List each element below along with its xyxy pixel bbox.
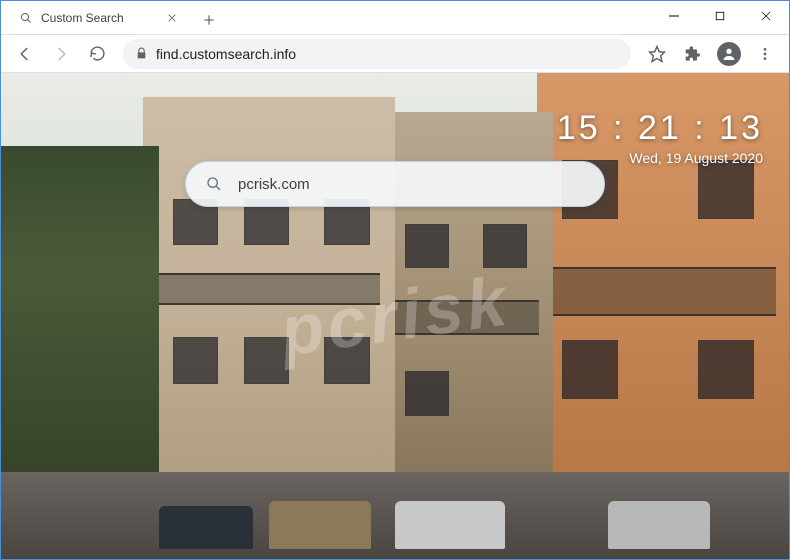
maximize-button[interactable] xyxy=(697,1,743,31)
back-button[interactable] xyxy=(9,38,41,70)
address-bar[interactable]: find.customsearch.info xyxy=(123,39,631,69)
browser-window: Custom Search xyxy=(0,0,790,560)
close-tab-icon[interactable] xyxy=(165,11,179,25)
bookmark-star-icon[interactable] xyxy=(641,38,673,70)
lock-icon xyxy=(135,47,148,60)
close-window-button[interactable] xyxy=(743,1,789,31)
titlebar: Custom Search xyxy=(1,1,789,35)
clock-widget: 15 : 21 : 13 Wed, 19 August 2020 xyxy=(557,109,763,166)
search-icon xyxy=(19,11,33,25)
menu-button[interactable] xyxy=(749,38,781,70)
reload-button[interactable] xyxy=(81,38,113,70)
extensions-icon[interactable] xyxy=(677,38,709,70)
search-bar[interactable] xyxy=(185,161,605,207)
url-text: find.customsearch.info xyxy=(156,46,296,62)
forward-button[interactable] xyxy=(45,38,77,70)
new-tab-button[interactable] xyxy=(195,6,223,34)
search-input[interactable] xyxy=(238,176,584,193)
search-container xyxy=(185,161,605,207)
browser-tab[interactable]: Custom Search xyxy=(9,2,189,34)
profile-avatar[interactable] xyxy=(713,38,745,70)
avatar-icon xyxy=(717,42,741,66)
search-icon xyxy=(206,176,222,192)
clock-time: 15 : 21 : 13 xyxy=(557,109,763,148)
minimize-button[interactable] xyxy=(651,1,697,31)
window-controls xyxy=(651,1,789,31)
tab-title: Custom Search xyxy=(41,11,165,25)
toolbar: find.customsearch.info xyxy=(1,35,789,73)
page-content: 15 : 21 : 13 Wed, 19 August 2020 pcrisk xyxy=(1,73,789,559)
